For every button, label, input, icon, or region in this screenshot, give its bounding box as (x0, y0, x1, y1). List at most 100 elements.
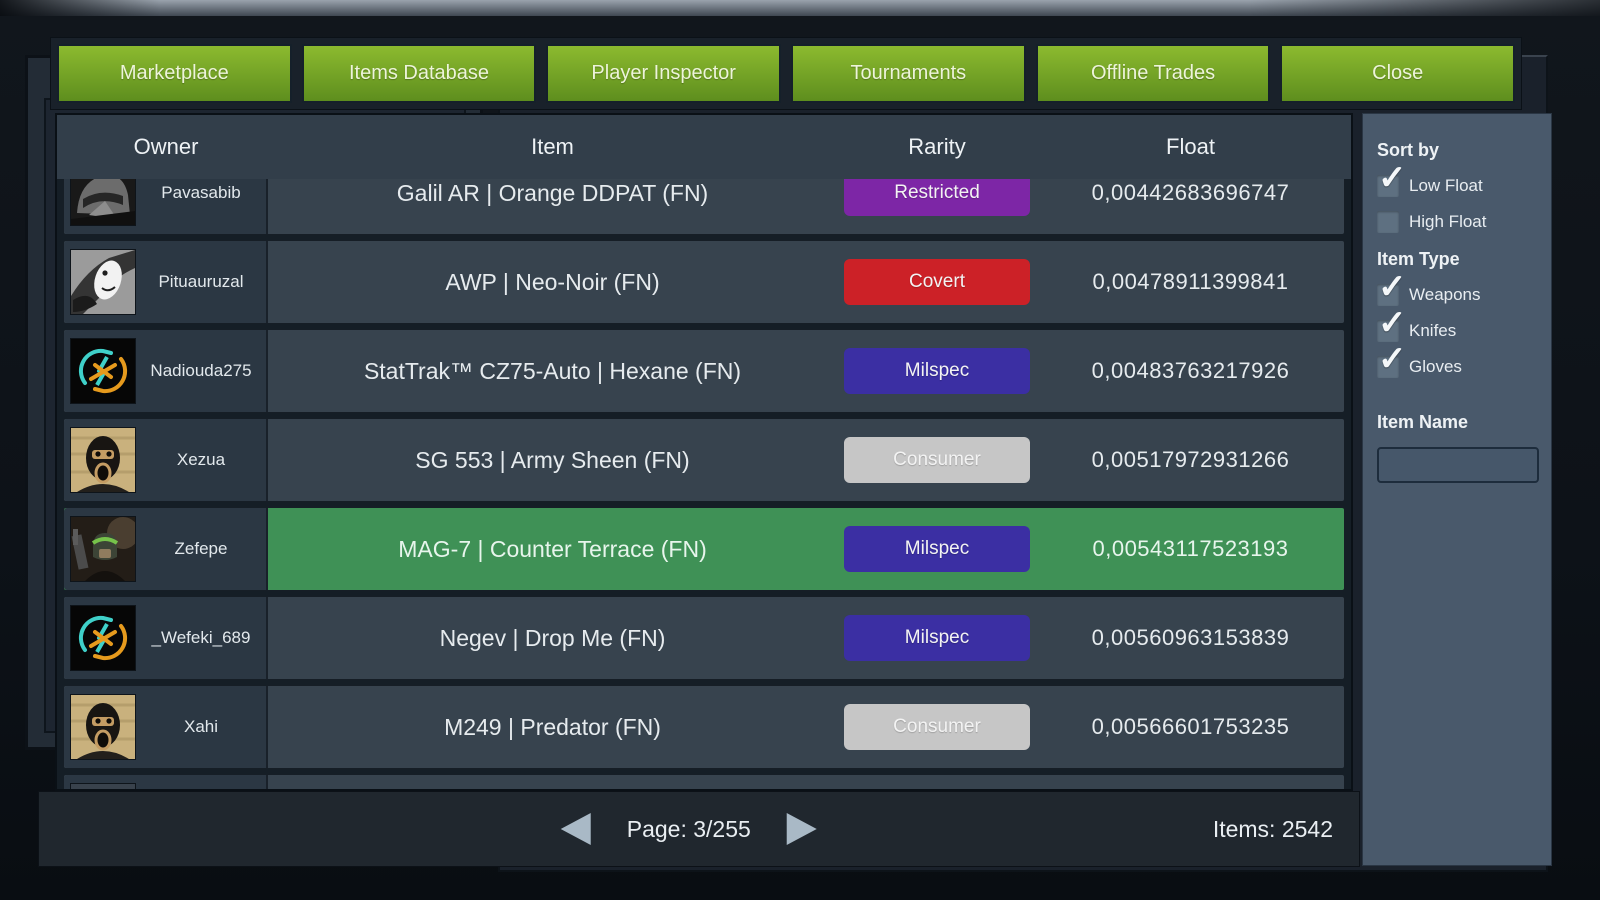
checkbox-icon: ✓ (1377, 320, 1399, 342)
owner-name: Xezua (136, 450, 266, 470)
item-name: StatTrak™ CZ75-Auto | Hexane (FN) (268, 358, 837, 385)
table-row[interactable]: Zefepe MAG-7 | Counter Terrace (FN) Mils… (63, 507, 1345, 591)
item-name-input[interactable] (1377, 447, 1539, 483)
col-header-float: Float (1037, 134, 1344, 160)
item-name-label: Item Name (1377, 412, 1539, 433)
topbar-button-close[interactable]: Close (1280, 44, 1515, 103)
topbar-button-player-inspector[interactable]: Player Inspector (546, 44, 781, 103)
rows-viewport: Pavasabib Galil AR | Orange DDPAT (FN) R… (57, 179, 1351, 789)
items-table-panel: Owner Item Rarity Float Pavasabib Galil … (55, 113, 1353, 791)
float-value: 0,00478911399841 (1037, 269, 1344, 295)
item-type-title: Item Type (1377, 249, 1539, 270)
sort-by-title: Sort by (1377, 140, 1539, 161)
rarity-badge: Covert (844, 259, 1030, 305)
page-indicator: Page: 3/255 (627, 816, 751, 843)
item-name: SG 553 | Army Sheen (FN) (268, 447, 837, 474)
topbar-button-tournaments[interactable]: Tournaments (791, 44, 1026, 103)
col-header-rarity: Rarity (837, 134, 1037, 160)
checkbox-label: Knifes (1409, 321, 1456, 341)
rarity-badge: Milspec (844, 348, 1030, 394)
topbar-button-label: Tournaments (851, 62, 967, 85)
rarity-badge: Consumer (844, 704, 1030, 750)
checkbox-gloves[interactable]: ✓ Gloves (1377, 356, 1539, 378)
owner-name: Zefepe (136, 539, 266, 559)
owner-avatar (70, 179, 136, 226)
checkbox-high-float[interactable]: ✓ High Float (1377, 211, 1539, 233)
owner-name: _Wefeki_689 (136, 628, 266, 648)
rarity-badge: Milspec (844, 615, 1030, 661)
topbar-button-label: Player Inspector (591, 62, 736, 85)
owner-cell (64, 775, 268, 789)
checkbox-label: Low Float (1409, 176, 1483, 196)
float-value: 0,00442683696747 (1037, 180, 1344, 206)
item-type-group: Item Type ✓ Weapons ✓ Knifes ✓ Gloves (1377, 249, 1539, 378)
topbar: Marketplace Items Database Player Inspec… (50, 37, 1522, 110)
checkbox-icon: ✓ (1377, 175, 1399, 197)
rarity-cell: Restricted (837, 179, 1037, 216)
item-name: MAG-7 | Counter Terrace (FN) (268, 536, 837, 563)
owner-name: Pituauruzal (136, 272, 266, 292)
topbar-button-label: Items Database (349, 62, 489, 85)
checkbox-label: Gloves (1409, 357, 1462, 377)
float-value: 0,00560963153839 (1037, 625, 1344, 651)
owner-cell: Pituauruzal (64, 241, 268, 323)
owner-cell: Zefepe (64, 508, 268, 590)
filter-sidebar: Sort by ✓ Low Float ✓ High Float Item Ty… (1362, 113, 1552, 866)
window-top-metal-edge (0, 0, 1600, 16)
checkbox-low-float[interactable]: ✓ Low Float (1377, 175, 1539, 197)
page-prev-button[interactable] (561, 813, 591, 845)
items-count: Items: 2542 (1213, 816, 1333, 843)
owner-name: Pavasabib (136, 183, 266, 203)
owner-name: Xahi (136, 717, 266, 737)
table-row[interactable]: _Wefeki_689 Negev | Drop Me (FN) Milspec… (63, 596, 1345, 680)
table-row[interactable]: Xezua SG 553 | Army Sheen (FN) Consumer … (63, 418, 1345, 502)
owner-cell: Xahi (64, 686, 268, 768)
checkmark-icon: ✓ (1378, 270, 1407, 304)
checkbox-icon: ✓ (1377, 211, 1399, 233)
topbar-button-items-database[interactable]: Items Database (302, 44, 537, 103)
pagination: Page: 3/255 (561, 813, 817, 845)
topbar-button-offline-trades[interactable]: Offline Trades (1036, 44, 1271, 103)
checkmark-icon: ✓ (1378, 342, 1407, 376)
topbar-button-label: Close (1372, 62, 1423, 85)
topbar-button-label: Offline Trades (1091, 62, 1215, 85)
owner-cell: Nadiouda275 (64, 330, 268, 412)
owner-avatar (70, 427, 136, 493)
owner-name: Nadiouda275 (136, 361, 266, 381)
checkbox-knifes[interactable]: ✓ Knifes (1377, 320, 1539, 342)
rarity-cell: Consumer (837, 704, 1037, 750)
owner-cell: _Wefeki_689 (64, 597, 268, 679)
owner-cell: Pavasabib (64, 179, 268, 234)
rarity-cell: Milspec (837, 615, 1037, 661)
item-name-group: Item Name (1377, 412, 1539, 483)
owner-cell: Xezua (64, 419, 268, 501)
rarity-cell: Covert (837, 259, 1037, 305)
checkbox-label: High Float (1409, 212, 1486, 232)
owner-avatar (70, 783, 136, 789)
rarity-cell: Consumer (837, 437, 1037, 483)
item-name: Negev | Drop Me (FN) (268, 625, 837, 652)
owner-avatar (70, 694, 136, 760)
rarity-cell: Milspec (837, 526, 1037, 572)
checkbox-label: Weapons (1409, 285, 1481, 305)
checkbox-icon: ✓ (1377, 284, 1399, 306)
topbar-button-label: Marketplace (120, 62, 229, 85)
item-name: Galil AR | Orange DDPAT (FN) (268, 180, 837, 207)
table-row[interactable]: Pavasabib Galil AR | Orange DDPAT (FN) R… (63, 179, 1345, 235)
table-row[interactable]: Pituauruzal AWP | Neo-Noir (FN) Covert 0… (63, 240, 1345, 324)
item-name: AWP | Neo-Noir (FN) (268, 269, 837, 296)
sort-by-group: Sort by ✓ Low Float ✓ High Float (1377, 140, 1539, 233)
col-header-item: Item (268, 134, 837, 160)
item-name: M249 | Predator (FN) (268, 714, 837, 741)
rarity-cell: Milspec (837, 348, 1037, 394)
table-row[interactable]: Nadiouda275 StatTrak™ CZ75-Auto | Hexane… (63, 329, 1345, 413)
owner-avatar (70, 338, 136, 404)
checkbox-weapons[interactable]: ✓ Weapons (1377, 284, 1539, 306)
float-value: 0,00517972931266 (1037, 447, 1344, 473)
page-next-button[interactable] (787, 813, 817, 845)
checkbox-icon: ✓ (1377, 356, 1399, 378)
table-row[interactable]: Xahi M249 | Predator (FN) Consumer 0,005… (63, 685, 1345, 769)
table-header: Owner Item Rarity Float (57, 115, 1351, 179)
rarity-badge: Consumer (844, 437, 1030, 483)
topbar-button-marketplace[interactable]: Marketplace (57, 44, 292, 103)
